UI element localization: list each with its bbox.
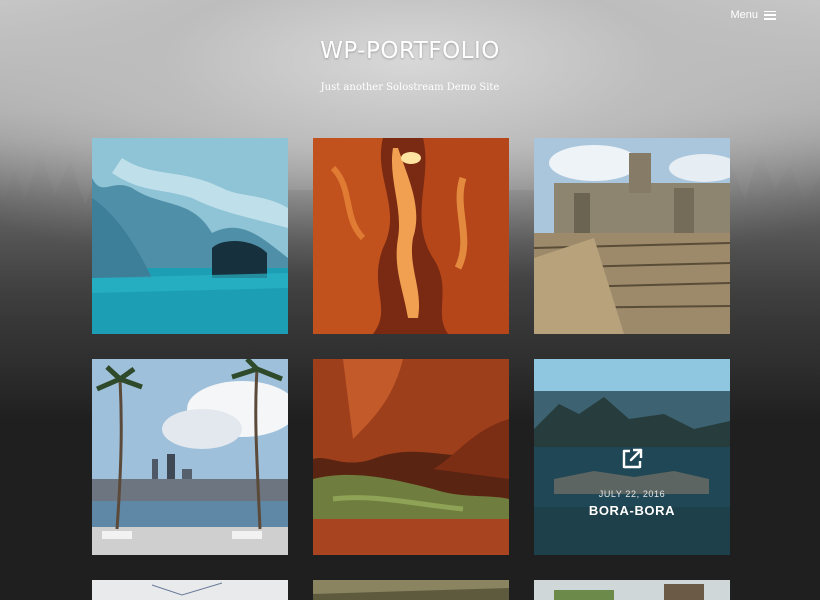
red-rock-canyon-image: [313, 359, 509, 555]
portfolio-item-partial-1[interactable]: [92, 580, 288, 600]
partial-image-2: [313, 580, 509, 600]
portfolio-item-date: JULY 22, 2016: [598, 489, 666, 499]
portfolio-item-red-rock-canyon[interactable]: [313, 359, 509, 555]
external-link-icon[interactable]: [620, 447, 644, 471]
antelope-canyon-image: [313, 138, 509, 334]
site-tagline: Just another Solostream Demo Site: [320, 82, 500, 93]
partial-image-1: [92, 580, 288, 600]
menu-label: Menu: [730, 9, 758, 21]
portfolio-item-angkor-temple[interactable]: [534, 138, 730, 334]
site-title[interactable]: WP-PORTFOLIO: [0, 38, 820, 64]
partial-image-3: [534, 580, 730, 600]
portfolio-item-partial-2[interactable]: [313, 580, 509, 600]
hamburger-icon: [764, 10, 776, 20]
portfolio-item-partial-3[interactable]: [534, 580, 730, 600]
portfolio-item-marble-caves[interactable]: [92, 138, 288, 334]
portfolio-item-antelope-canyon[interactable]: [313, 138, 509, 334]
singapore-pool-image: [92, 359, 288, 555]
portfolio-item-title[interactable]: BORA-BORA: [589, 503, 675, 518]
marble-caves-image: [92, 138, 288, 334]
portfolio-item-singapore-pool[interactable]: [92, 359, 288, 555]
portfolio-hover-overlay[interactable]: JULY 22, 2016 BORA-BORA: [534, 391, 730, 555]
portfolio-item-bora-bora[interactable]: JULY 22, 2016 BORA-BORA: [534, 359, 730, 555]
menu-button[interactable]: Menu: [730, 9, 776, 21]
angkor-temple-image: [534, 138, 730, 334]
